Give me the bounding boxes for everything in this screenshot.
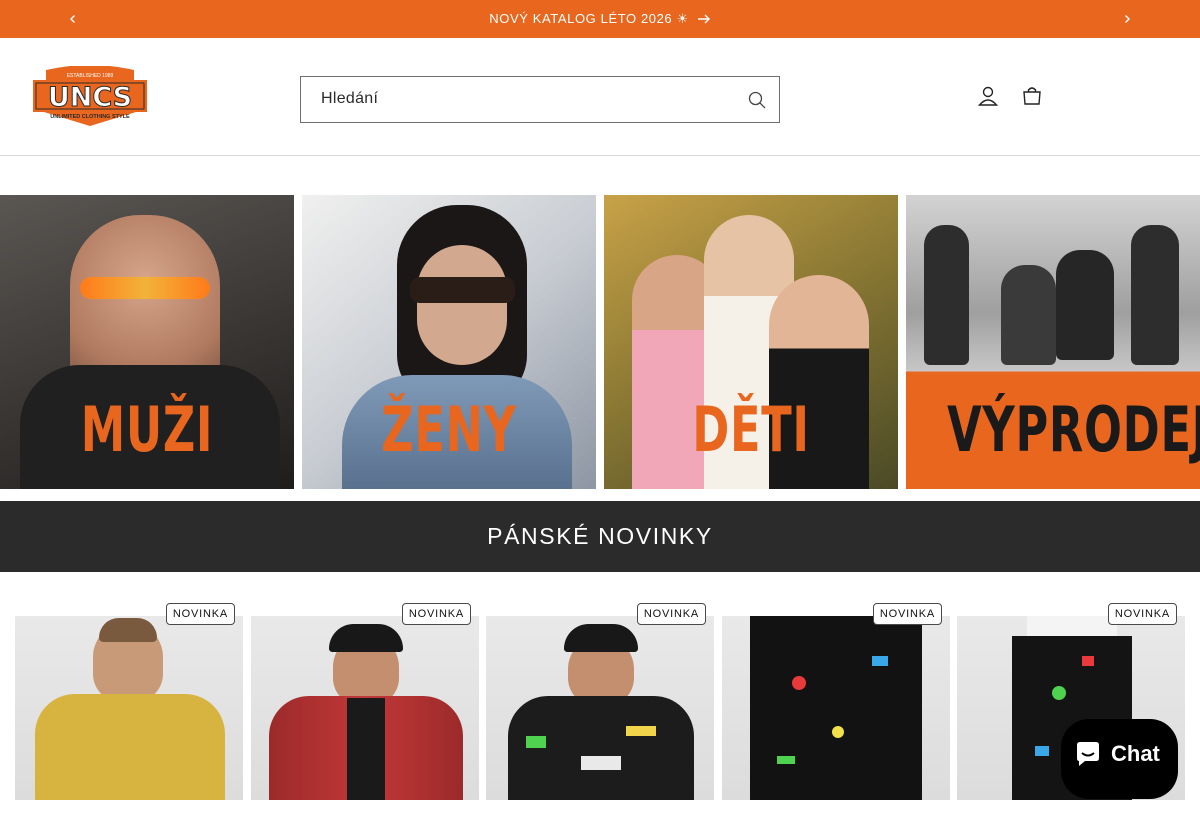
site-header: ESTABLISHED 1989 UNCS UNLIMITED CLOTHING… [0,38,1200,156]
logo-brand: UNCS [48,82,132,113]
product-image[interactable] [251,616,479,800]
announcement-bar: NOVÝ KATALOG LÉTO 2026 ☀ [0,0,1200,38]
category-tile-men[interactable]: MUŽI [0,195,294,489]
new-badge: NOVINKA [636,603,706,625]
section-heading-band: PÁNSKÉ NOVINKY [0,501,1200,572]
new-badge: NOVINKA [1107,603,1177,625]
search-button[interactable] [745,88,769,112]
category-tile-women[interactable]: ŽENY [302,195,596,489]
arrow-right-icon [697,14,710,24]
logo-tagline: UNLIMITED CLOTHING STYLE [50,114,130,120]
logo-established: ESTABLISHED 1989 [67,73,114,79]
category-label-men: MUŽI [80,393,214,466]
chat-button[interactable]: Chat [1061,719,1178,799]
category-label-women: ŽENY [381,393,517,466]
product-image[interactable] [722,616,950,800]
search-placeholder: Hledání [321,90,379,107]
announcement-next-button[interactable] [1117,9,1137,29]
cart-icon [1023,87,1041,105]
user-icon [977,86,999,106]
product-card[interactable]: NOVINKA [722,603,950,816]
product-card[interactable]: NOVINKA [486,603,714,816]
search-icon [748,91,766,109]
search-input[interactable]: Hledání [300,76,780,123]
chat-label: Chat [1111,741,1160,766]
uncs-logo[interactable]: ESTABLISHED 1989 UNCS UNLIMITED CLOTHING… [30,65,150,128]
account-button[interactable] [976,84,1000,108]
cart-button[interactable] [1020,84,1044,108]
new-badge: NOVINKA [165,603,235,625]
product-card[interactable]: NOVINKA [15,603,243,816]
product-image[interactable] [15,616,243,800]
new-badge: NOVINKA [872,603,942,625]
category-label-kids: DĚTI [692,393,810,466]
category-tile-sale[interactable]: VÝPRODEJ [906,195,1200,489]
new-badge: NOVINKA [401,603,471,625]
product-grid: NOVINKA NOVINKA NOVINKA NOVINKA NOVINKA [0,572,1200,800]
category-label-sale: VÝPRODEJ [947,393,1200,466]
chat-bubble-icon [1077,742,1099,766]
chevron-right-icon [1125,15,1130,23]
category-tile-kids[interactable]: DĚTI [604,195,898,489]
category-tiles: MUŽI ŽENY DĚTI VÝPRODEJ [0,195,1200,489]
product-image[interactable] [486,616,714,800]
announcement-link[interactable]: NOVÝ KATALOG LÉTO 2026 ☀ [0,0,1200,38]
section-title: PÁNSKÉ NOVINKY [487,523,713,549]
product-card[interactable]: NOVINKA [251,603,479,816]
announcement-text: NOVÝ KATALOG LÉTO 2026 ☀ [489,11,689,26]
